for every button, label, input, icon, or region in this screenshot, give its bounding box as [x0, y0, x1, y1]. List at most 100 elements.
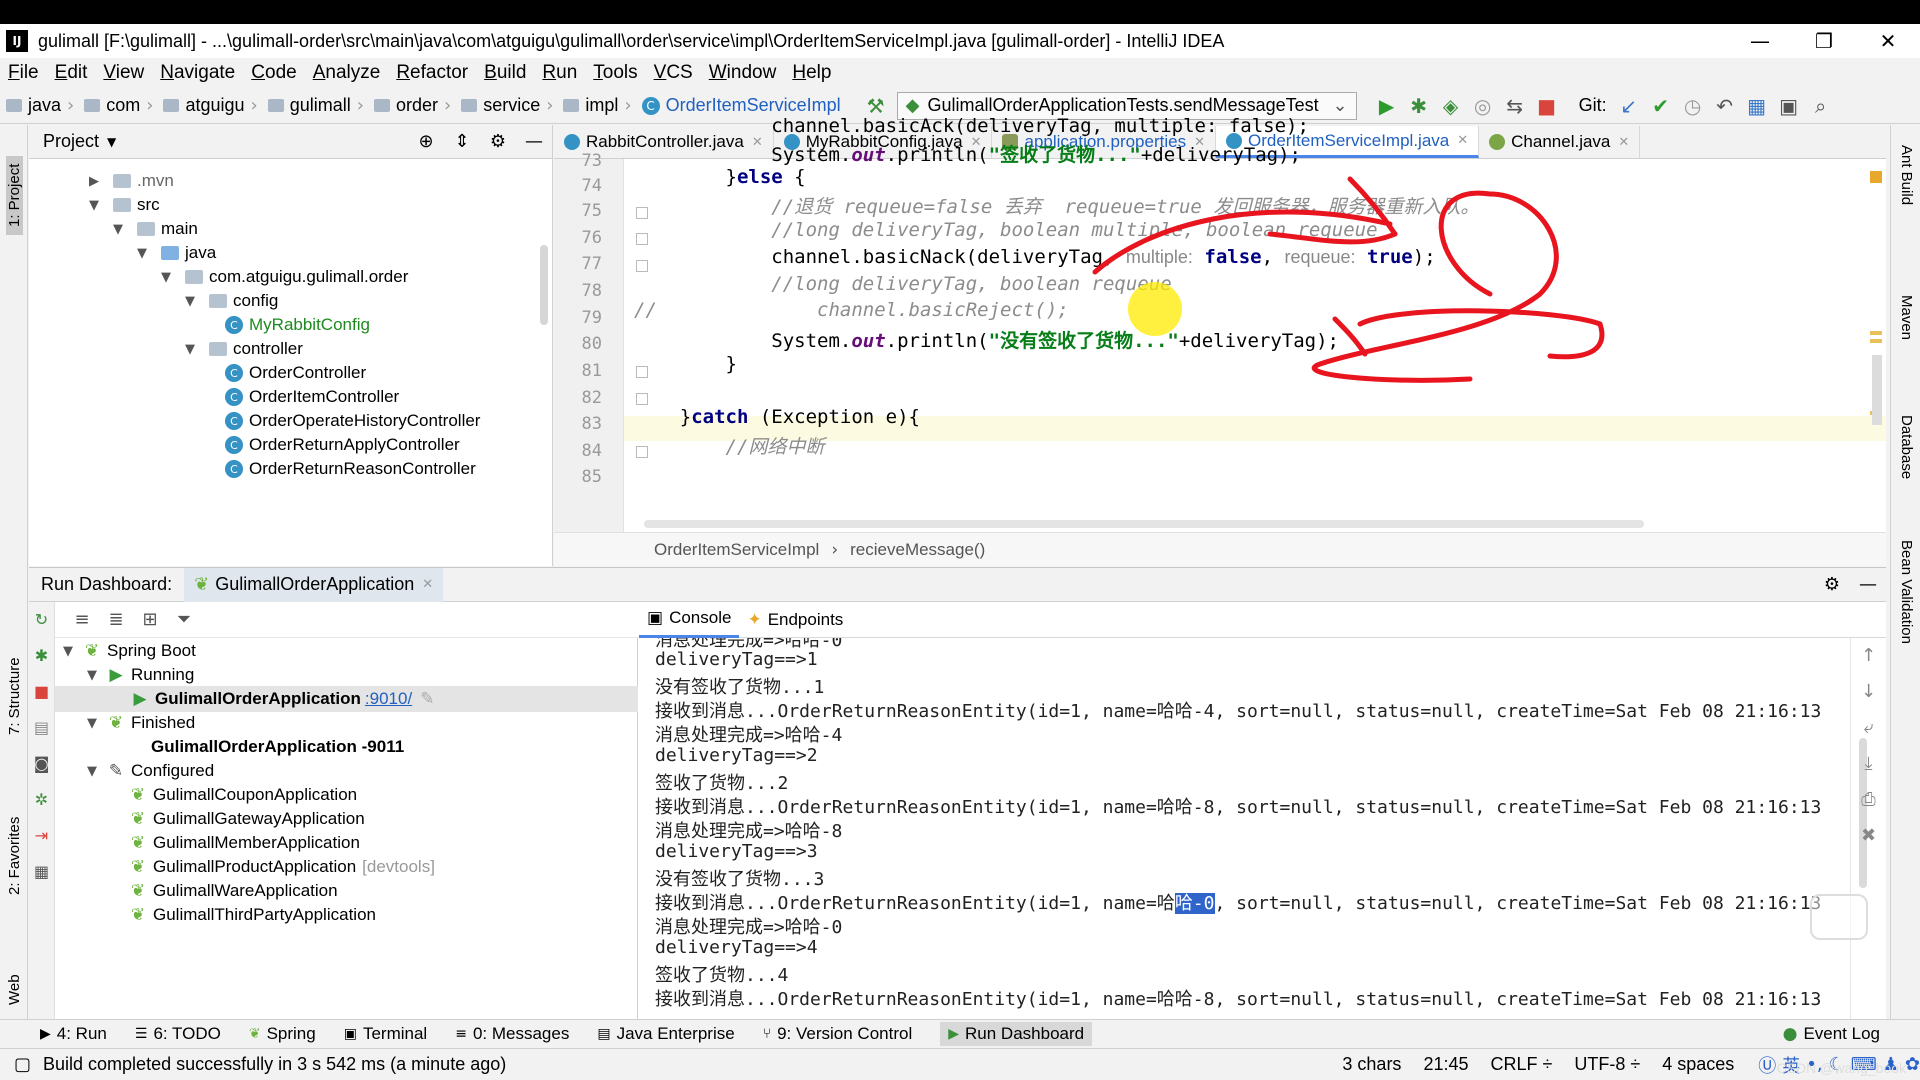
project-scrollbar[interactable]: [540, 245, 548, 325]
tree-item-config[interactable]: ▼ config: [185, 289, 278, 313]
close-icon[interactable]: ✕: [1856, 24, 1920, 58]
tree-item-orderitemcontroller[interactable]: C OrderItemController: [225, 385, 399, 409]
tree-node-running[interactable]: ▼ ▶ Running: [55, 662, 638, 688]
tree-item-ordercontroller[interactable]: C OrderController: [225, 361, 366, 385]
arrow-down-icon[interactable]: ↓: [1851, 674, 1886, 710]
restore-icon[interactable]: ❐: [1792, 24, 1856, 58]
editor-crumb-method[interactable]: recieveMessage(): [850, 540, 985, 560]
tool-messages[interactable]: ≡ 0: Messages: [455, 1024, 569, 1044]
tree-node-configured[interactable]: ▼ ✎ Configured: [55, 758, 638, 784]
code-line-76[interactable]: //退货 requeue=false 丢弃 requeue=true 发回服务器…: [634, 192, 1479, 219]
stop-icon[interactable]: ■: [29, 674, 54, 710]
console-output[interactable]: 消息处理完成=>哈哈-0 deliveryTag==>1 没有签收了货物...1…: [639, 638, 1869, 1020]
stop-icon[interactable]: ■: [1531, 94, 1563, 118]
breadcrumb-com[interactable]: com ›: [84, 95, 159, 116]
pencil-icon[interactable]: ✎: [420, 689, 434, 709]
run-icon[interactable]: ▶: [1371, 94, 1403, 118]
code-line-75[interactable]: }else {: [634, 166, 806, 188]
tool-run[interactable]: ▶ 4: Run: [40, 1024, 107, 1044]
tree-node-coupon-app[interactable]: ❦ GulimallCouponApplication: [55, 782, 638, 808]
menu-window[interactable]: Window: [709, 62, 777, 84]
collapse-all-icon[interactable]: ≣: [99, 609, 133, 630]
scroll-to-end-icon[interactable]: ⤓: [1851, 746, 1886, 782]
tree-item-orderreturnapplycontroller[interactable]: C OrderReturnApplyController: [225, 433, 460, 457]
tree-item-mvn[interactable]: ▶ .mvn: [89, 169, 174, 193]
menu-code[interactable]: Code: [251, 62, 296, 84]
presentation-icon[interactable]: ▣: [1773, 94, 1805, 118]
breadcrumb-java[interactable]: java ›: [6, 95, 80, 116]
close-tab-icon[interactable]: ✕: [1618, 135, 1629, 150]
warning-marker[interactable]: [1870, 171, 1882, 183]
indent-setting[interactable]: 4 spaces: [1662, 1054, 1734, 1075]
project-view-select[interactable]: Project: [43, 131, 99, 152]
tree-node-gateway-app[interactable]: ❦ GulimallGatewayApplication: [55, 806, 638, 832]
fold-marker-icon[interactable]: [636, 393, 648, 405]
gear-icon[interactable]: ⚙: [1814, 574, 1850, 595]
minimize-icon[interactable]: —: [1728, 24, 1792, 58]
breadcrumb-service[interactable]: service ›: [461, 95, 559, 116]
tree-node-finished[interactable]: ▼ ❦ Finished: [55, 710, 638, 736]
maven-tool-button[interactable]: Maven: [1898, 295, 1915, 340]
menu-file[interactable]: File: [8, 62, 39, 84]
code-line-85[interactable]: //网络中断: [634, 432, 825, 459]
locate-icon[interactable]: ⊕: [408, 131, 444, 152]
camera-icon[interactable]: ◙: [29, 746, 54, 782]
event-log-button[interactable]: ● Event Log: [1783, 1024, 1880, 1044]
menu-analyze[interactable]: Analyze: [313, 62, 381, 84]
tool-version-control[interactable]: ⑂ 9: Version Control: [763, 1024, 913, 1044]
grid-icon[interactable]: ▦: [29, 854, 54, 890]
tree-item-myrabbitconfig[interactable]: C MyRabbitConfig: [225, 313, 370, 337]
code-line-78[interactable]: channel.basicNack(deliveryTag, multiple:…: [634, 246, 1435, 268]
tree-node-product-app[interactable]: ❦ GulimallProductApplication [devtools]: [55, 854, 638, 880]
database-tool-button[interactable]: Database: [1898, 415, 1915, 479]
code-line-79[interactable]: //long deliveryTag, boolean requeue: [634, 273, 1171, 295]
breadcrumb-gulimall[interactable]: gulimall ›: [267, 95, 370, 116]
tab-gulimall-order-application[interactable]: ❦ GulimallOrderApplication ✕: [184, 567, 444, 602]
git-history-icon[interactable]: ◷: [1677, 94, 1709, 118]
menu-run[interactable]: Run: [542, 62, 577, 84]
code-line-84[interactable]: }catch (Exception e){: [634, 406, 920, 428]
profile-icon[interactable]: ◎: [1467, 94, 1499, 118]
rerun-icon[interactable]: ↻: [29, 602, 54, 638]
code-line-80[interactable]: // channel.basicReject();: [634, 299, 1069, 321]
tool-run-dashboard[interactable]: ▶ Run Dashboard: [940, 1022, 1093, 1046]
breadcrumb-impl[interactable]: impl ›: [563, 95, 637, 116]
tree-item-src[interactable]: ▼ src: [89, 193, 160, 217]
breadcrumb-class[interactable]: C OrderItemServiceImpl: [641, 95, 841, 116]
debug-icon[interactable]: ✱: [1403, 94, 1435, 118]
soft-wrap-icon[interactable]: ⤶: [1851, 710, 1886, 746]
tree-item-main[interactable]: ▼ main: [113, 217, 198, 241]
selected-text[interactable]: 哈-0: [1174, 893, 1215, 914]
ime-icon[interactable]: Ⓤ: [1758, 1052, 1776, 1078]
tree-item-package-order[interactable]: ▼ com.atguigu.gulimall.order: [161, 265, 408, 289]
tool-todo[interactable]: ☰ 6: TODO: [135, 1024, 221, 1044]
gear-icon[interactable]: ⚙: [480, 131, 516, 152]
coverage-icon[interactable]: ◈: [1435, 94, 1467, 118]
tool-spring[interactable]: ❦ Spring: [249, 1024, 316, 1044]
exit-icon[interactable]: ⇥: [29, 818, 54, 854]
tree-node-member-app[interactable]: ❦ GulimallMemberApplication: [55, 830, 638, 856]
tree-item-controller[interactable]: ▼ controller: [185, 337, 303, 361]
tree-item-orderreturnreasoncontroller[interactable]: C OrderReturnReasonController: [225, 457, 476, 481]
caret-position[interactable]: 21:45: [1423, 1054, 1468, 1075]
git-update-icon[interactable]: ↙: [1613, 94, 1645, 118]
tree-node-spring-boot[interactable]: ▼ ❦ Spring Boot: [55, 638, 638, 664]
tool-java-enterprise[interactable]: ▤ Java Enterprise: [597, 1024, 734, 1044]
menu-vcs[interactable]: VCS: [654, 62, 693, 84]
tab-channel[interactable]: Channel.java ✕: [1479, 126, 1641, 158]
project-structure-icon[interactable]: ▦: [1741, 94, 1773, 118]
tree-node-thirdparty-app[interactable]: ❦ GulimallThirdPartyApplication: [55, 902, 638, 928]
menu-help[interactable]: Help: [792, 62, 831, 84]
debug-icon[interactable]: ✱: [29, 638, 54, 674]
code-line-81[interactable]: System.out.println("没有签收了货物..."+delivery…: [634, 326, 1339, 353]
print-icon[interactable]: ⎙: [1851, 782, 1886, 818]
project-tool-button[interactable]: 1: Project: [6, 155, 23, 235]
close-tab-icon[interactable]: ✕: [1457, 133, 1468, 148]
structure-tool-button[interactable]: 7: Structure: [6, 657, 23, 735]
trash-icon[interactable]: ✖: [1851, 818, 1886, 854]
code-line-73[interactable]: channel.basicAck(deliveryTag, multiple: …: [634, 115, 1309, 137]
menu-navigate[interactable]: Navigate: [160, 62, 235, 84]
bean-validation-tool-button[interactable]: Bean Validation: [1898, 540, 1915, 644]
hide-icon[interactable]: —: [516, 131, 552, 152]
layout-icon[interactable]: ▤: [29, 710, 54, 746]
